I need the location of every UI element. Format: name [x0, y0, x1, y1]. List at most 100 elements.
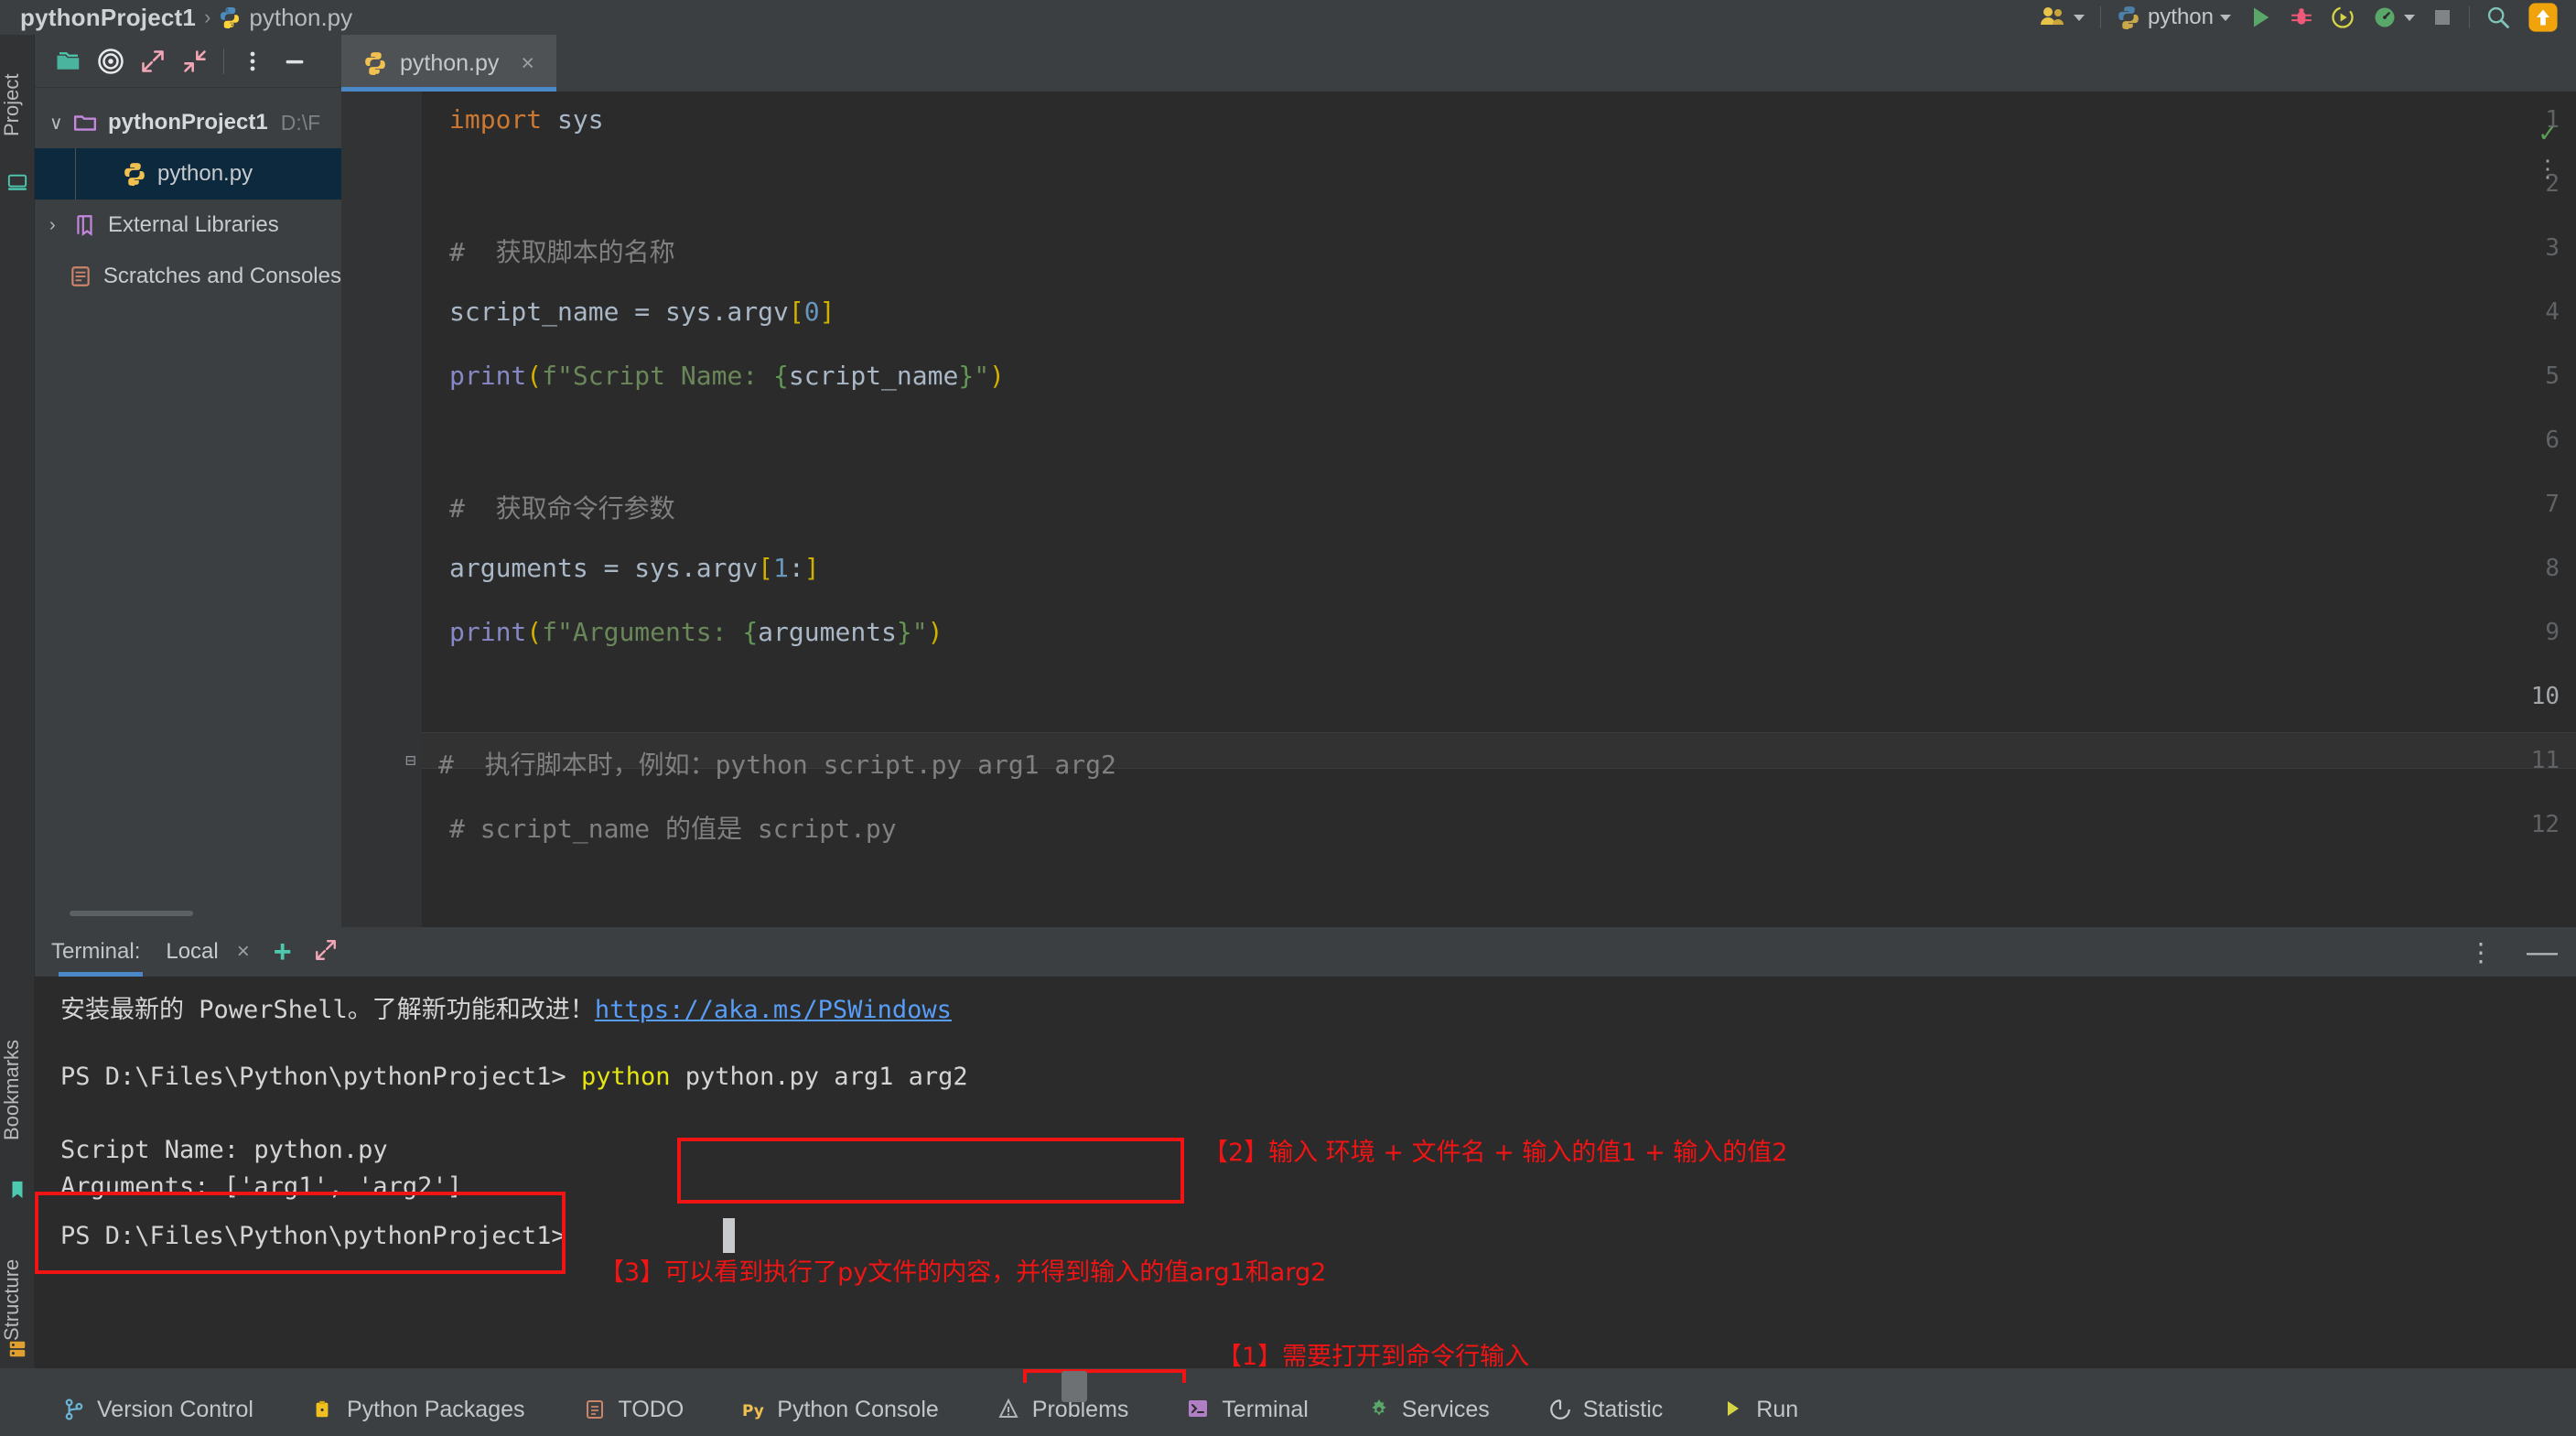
status-item-python-console[interactable]: Py Python Console — [733, 1391, 948, 1429]
select-opened-file-icon[interactable] — [90, 40, 132, 82]
more-options-icon[interactable]: ⋮ — [2468, 937, 2494, 967]
terminal-notice-text: 安装最新的 PowerShell。了解新功能和改进！ — [60, 996, 595, 1024]
status-item-run[interactable]: Run — [1712, 1391, 1807, 1429]
editor-tab-python-py[interactable]: python.py × — [341, 35, 557, 92]
code-fold-icon[interactable]: ⊟ — [405, 750, 415, 771]
terminal-horizontal-scrollbar[interactable] — [1062, 1371, 1087, 1402]
tree-item-external-libraries[interactable]: › External Libraries — [35, 200, 341, 251]
project-panel: ∨ pythonProject1 D:\F python.py › Extern… — [35, 35, 341, 927]
tree-item-scratches[interactable]: Scratches and Consoles — [35, 251, 341, 302]
terminal-tab-local[interactable]: Local — [160, 939, 223, 965]
terminal-header: Terminal: Local × + ⋮ — — [35, 927, 2576, 977]
update-button[interactable] — [2519, 0, 2567, 35]
terminal-line-powershell-notice: 安装最新的 PowerShell。了解新功能和改进！https://aka.ms… — [60, 989, 952, 1025]
status-item-label: Services — [1401, 1396, 1490, 1422]
chevron-right-icon[interactable]: › — [49, 215, 73, 236]
breadcrumb-project[interactable]: pythonProject1 — [20, 4, 196, 32]
project-toolbar — [35, 35, 341, 88]
expand-icon[interactable] — [314, 938, 338, 966]
annotation-text-2: 【2】输入 环境 + 文件名 + 输入的值1 + 输入的值2 — [1203, 1139, 1788, 1167]
run-button[interactable] — [2239, 0, 2281, 35]
project-panel-scrollbar[interactable] — [70, 911, 193, 916]
status-item-todo[interactable]: TODO — [575, 1391, 694, 1429]
terminal-title: Terminal: — [51, 939, 141, 964]
status-item-label: Run — [1756, 1396, 1799, 1422]
status-item-services[interactable]: Services — [1358, 1391, 1499, 1429]
status-item-statistic[interactable]: Statistic — [1539, 1391, 1673, 1429]
status-item-label: TODO — [618, 1396, 684, 1422]
terminal-line-prompt-1: PS D:\Files\Python\pythonProject1> pytho… — [60, 1063, 968, 1091]
bottom-tool-window-bar: Version Control Python Packages TODO Py … — [0, 1383, 2576, 1436]
more-options-icon[interactable] — [232, 40, 274, 82]
sidebar-tab-bookmarks[interactable]: Bookmarks — [0, 1010, 35, 1170]
annotation-box-output — [35, 1192, 566, 1274]
toolbar-divider — [2469, 6, 2470, 28]
minimize-icon[interactable]: — — [2527, 934, 2558, 970]
tree-item-python-file[interactable]: python.py — [35, 148, 341, 200]
status-item-label: Terminal — [1222, 1396, 1309, 1422]
annotation-text-1: 【1】需要打开到命令行输入 — [1217, 1343, 1530, 1371]
database-icon[interactable] — [7, 1339, 27, 1359]
bookmark-icon[interactable] — [7, 1179, 27, 1199]
terminal-command-args: python.py arg1 arg2 — [670, 1063, 968, 1091]
tree-item-project-root[interactable]: ∨ pythonProject1 D:\F — [35, 97, 341, 148]
hide-panel-icon[interactable] — [274, 40, 316, 82]
tree-item-path: D:\F — [280, 110, 321, 135]
terminal-icon — [1187, 1398, 1211, 1421]
sidebar-tab-project[interactable]: Project — [0, 46, 35, 165]
tree-item-label: python.py — [157, 161, 253, 186]
editor-more-options-icon[interactable]: ⋮ — [2536, 156, 2560, 183]
code-line-9: print(f"Arguments: {arguments}") — [449, 617, 943, 647]
new-terminal-tab-icon[interactable]: + — [274, 934, 292, 970]
close-icon[interactable]: × — [237, 939, 250, 965]
editor-area: python.py × 1 2 3 4 5 6 7 8 9 10 11 12 ⊟… — [341, 35, 2576, 927]
code-line-3: # 获取脚本的名称 — [449, 237, 675, 267]
expand-all-icon[interactable] — [132, 40, 174, 82]
line-number: 3 — [2545, 234, 2560, 262]
code-editor[interactable]: 1 2 3 4 5 6 7 8 9 10 11 12 ⊟ import sys … — [341, 92, 2576, 927]
powershell-link[interactable]: https://aka.ms/PSWindows — [595, 996, 952, 1024]
line-number-gutter — [341, 92, 422, 927]
branch-icon — [62, 1398, 86, 1421]
status-item-python-packages[interactable]: Python Packages — [303, 1391, 534, 1429]
status-item-label: Python Packages — [346, 1396, 525, 1422]
tree-guideline — [75, 148, 76, 200]
line-number: 6 — [2545, 426, 2560, 454]
line-number: 5 — [2545, 362, 2560, 390]
library-icon — [73, 213, 97, 237]
account-button[interactable] — [2032, 0, 2093, 35]
close-icon[interactable]: × — [521, 50, 534, 77]
line-number: 7 — [2545, 491, 2560, 518]
status-item-label: Statistic — [1582, 1396, 1664, 1422]
search-everywhere-button[interactable] — [2477, 0, 2519, 35]
terminal-output[interactable]: 安装最新的 PowerShell。了解新功能和改进！https://aka.ms… — [35, 977, 2576, 1368]
code-line-11: # 执行脚本时，例如：python script.py arg1 arg2 — [438, 750, 1116, 780]
remote-host-icon[interactable] — [7, 172, 27, 192]
status-item-version-control[interactable]: Version Control — [53, 1391, 263, 1429]
python-console-icon: Py — [742, 1398, 766, 1421]
stop-button[interactable] — [2423, 0, 2462, 35]
annotation-box-command — [677, 1138, 1184, 1204]
run-with-coverage-button[interactable] — [2322, 0, 2364, 35]
editor-tab-label: python.py — [400, 49, 500, 76]
new-folder-icon[interactable] — [48, 40, 90, 82]
profiler-button[interactable] — [2364, 0, 2423, 35]
run-configuration-selector[interactable]: python — [2108, 0, 2239, 35]
run-configuration-label: python — [2147, 5, 2214, 29]
python-file-icon — [219, 6, 241, 29]
terminal-command-keyword: python — [580, 1063, 671, 1091]
collapse-all-icon[interactable] — [174, 40, 216, 82]
scratches-icon — [69, 265, 92, 288]
folder-icon — [73, 111, 97, 135]
breadcrumb-file[interactable]: python.py — [249, 4, 352, 32]
debug-button[interactable] — [2281, 0, 2322, 35]
status-item-terminal[interactable]: Terminal — [1178, 1391, 1317, 1429]
todo-icon — [584, 1398, 608, 1421]
line-number: 8 — [2545, 555, 2560, 582]
statistic-icon — [1548, 1398, 1572, 1421]
tree-item-label: pythonProject1 — [108, 110, 268, 135]
tree-item-label: Scratches and Consoles — [102, 264, 341, 288]
inspection-status-icon[interactable]: ✓ — [2539, 117, 2556, 149]
chevron-down-icon[interactable]: ∨ — [49, 112, 73, 135]
python-file-icon — [363, 51, 387, 75]
